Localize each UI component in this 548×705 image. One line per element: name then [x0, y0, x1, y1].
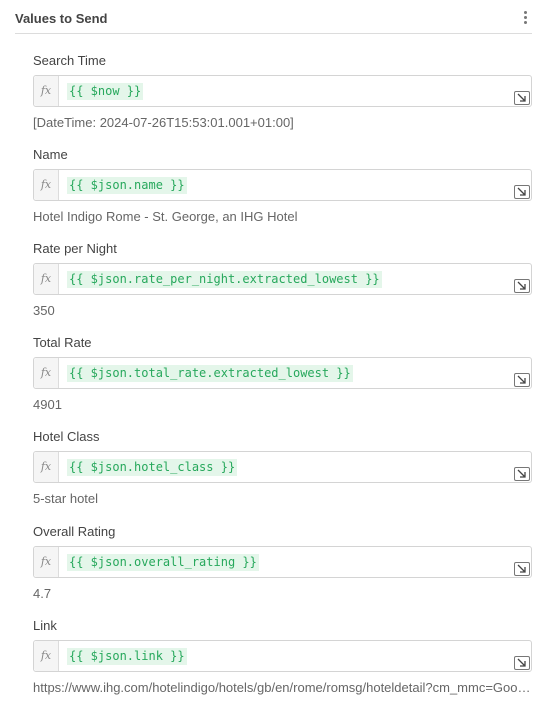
- section-header: Values to Send: [15, 0, 532, 34]
- expression-text[interactable]: {{ $json.link }}: [67, 648, 187, 665]
- expression-result: [DateTime: 2024-07-26T15:53:01.001+01:00…: [33, 115, 294, 130]
- expression-result: 4.7: [33, 586, 52, 601]
- kebab-menu-icon[interactable]: [522, 10, 530, 26]
- expression-input[interactable]: fx {{ $json.hotel_class }}: [33, 451, 532, 483]
- expression-text[interactable]: {{ $json.overall_rating }}: [67, 554, 259, 571]
- expression-text[interactable]: {{ $json.hotel_class }}: [67, 459, 238, 476]
- expression-result: 350: [33, 303, 55, 318]
- expression-input[interactable]: fx {{ $json.rate_per_night.extracted_low…: [33, 263, 532, 295]
- expression-result: https://www.ihg.com/hotelindigo/hotels/g…: [33, 680, 532, 695]
- expression-input[interactable]: fx {{ $json.link }}: [33, 640, 532, 672]
- expand-icon[interactable]: [514, 656, 530, 670]
- expression-input[interactable]: fx {{ $now }}: [33, 75, 532, 107]
- expand-icon[interactable]: [514, 279, 530, 293]
- expand-icon[interactable]: [514, 562, 530, 576]
- parameter-label: Link: [33, 618, 57, 633]
- parameter-label: Total Rate: [33, 335, 92, 350]
- parameter-label: Overall Rating: [33, 524, 116, 539]
- expression-text[interactable]: {{ $json.rate_per_night.extracted_lowest…: [67, 271, 382, 288]
- expression-result: Hotel Indigo Rome - St. George, an IHG H…: [33, 209, 298, 224]
- function-icon: fx: [34, 76, 59, 106]
- function-icon: fx: [34, 170, 59, 200]
- parameter-label: Rate per Night: [33, 241, 117, 256]
- parameter-label: Name: [33, 147, 68, 162]
- function-icon: fx: [34, 547, 59, 577]
- expression-result: 5-star hotel: [33, 491, 99, 506]
- function-icon: fx: [34, 264, 59, 294]
- function-icon: fx: [34, 452, 59, 482]
- parameter-label: Hotel Class: [33, 429, 100, 444]
- parameter-label: Search Time: [33, 53, 106, 68]
- expression-input[interactable]: fx {{ $json.total_rate.extracted_lowest …: [33, 357, 532, 389]
- expand-icon[interactable]: [514, 373, 530, 387]
- expression-result: 4901: [33, 397, 62, 412]
- expression-text[interactable]: {{ $now }}: [67, 83, 144, 100]
- expression-text[interactable]: {{ $json.total_rate.extracted_lowest }}: [67, 365, 353, 382]
- function-icon: fx: [34, 358, 59, 388]
- expression-input[interactable]: fx {{ $json.overall_rating }}: [33, 546, 532, 578]
- expand-icon[interactable]: [514, 185, 530, 199]
- expression-input[interactable]: fx {{ $json.name }}: [33, 169, 532, 201]
- section-title: Values to Send: [15, 11, 108, 26]
- expand-icon[interactable]: [514, 467, 530, 481]
- expression-text[interactable]: {{ $json.name }}: [67, 177, 187, 194]
- function-icon: fx: [34, 641, 59, 671]
- expand-icon[interactable]: [514, 91, 530, 105]
